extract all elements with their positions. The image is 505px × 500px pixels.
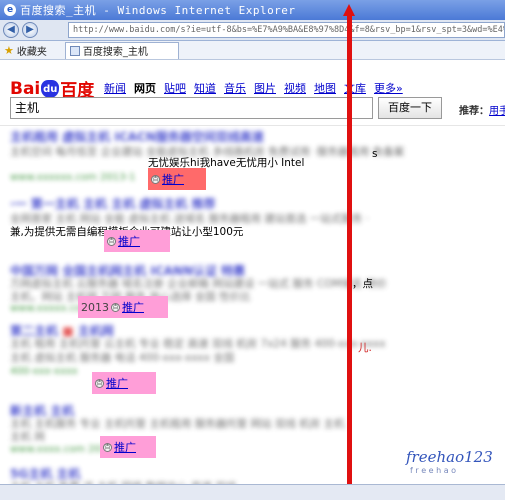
recommend-label: 推荐： [459,106,489,117]
promo-icon: 百 [107,236,116,246]
result-4-snippet2-blurred: 主机 虚拟主机 服务器 电话 400-xxx-xxxx 全国 [10,352,235,364]
paw-icon: du [41,79,60,98]
promo-tag-5[interactable]: 百推广 [100,436,156,458]
promo-tag-1[interactable]: 百推广 [148,168,206,190]
recommend-link[interactable]: 用手机 [489,106,505,117]
promo-tag-4[interactable]: 百推广 [92,372,156,394]
nav-web: 网页 [134,82,156,95]
result-3-date: 2013 [81,300,109,314]
promo-link[interactable]: 推广 [118,233,140,249]
nav-zhidao[interactable]: 知道 [194,80,216,96]
promo-link[interactable]: 推广 [162,171,184,187]
nav-tieba[interactable]: 贴吧 [164,80,186,96]
logo-bai: Bai [10,78,41,99]
recommend: 推荐：用手机 [459,102,505,117]
search-input[interactable]: 主机 [10,97,373,119]
promo-icon: 百 [111,302,120,312]
ie-window: e 百度搜索_主机 - Windows Internet Explorer ◀ … [0,0,505,500]
back-arrow-icon[interactable]: ◀ [3,22,19,38]
search-button[interactable]: 百度一下 [378,97,442,119]
browser-tab[interactable]: 百度搜索_主机 [64,41,179,59]
promo-link[interactable]: 推广 [122,299,144,315]
page-icon [69,45,80,56]
result-1-title-blurred[interactable]: 主机租用 虚拟主机 ICACN服务器空间双线高速 [10,128,264,145]
star-icon: ★ [4,43,14,57]
nav-images[interactable]: 图片 [254,80,276,96]
favorites-label: 收藏夹 [16,46,47,58]
watermark: freehao123 [406,448,493,466]
ie-logo-icon: e [4,4,16,16]
watermark-sub: f r e e h a o [410,466,457,475]
status-bar [0,484,505,500]
forward-arrow-icon[interactable]: ▶ [22,22,38,38]
nav-video[interactable]: 视频 [284,80,306,96]
tab-label: 百度搜索_主机 [82,47,148,58]
result-1-url-blurred: www.xxxxxx.com 2013-1 [10,172,136,183]
result-3-snippet2-blurred: 主机，网站 主机网 万网 服务 放心选择 全国 性价比 [10,291,251,303]
window-titlebar: e 百度搜索_主机 - Windows Internet Explorer [0,0,505,20]
result-3-snippet-clear: ，点 [352,278,373,290]
divider [0,125,505,126]
promo-tag-3[interactable]: 2013 百推广 [78,296,168,318]
annotation-arrow-line [347,14,352,486]
arrow-up-icon [343,4,355,16]
promo-link[interactable]: 推广 [114,439,136,455]
promo-icon: 百 [151,174,160,184]
result-2-title-blurred[interactable]: ·一 第一主机 主机 主机 虚拟主机 推荐 [10,195,215,212]
result-4-url-blurred: 400-xxx-xxxx [10,366,78,377]
promo-icon: 百 [103,442,112,452]
result-4-snippet-blurred: 主机 租用 主机托管 云主机 专业 稳定 高速 双线 机房 7x24 服务 40… [10,338,386,350]
address-bar: ◀ ▶ http://www.baidu.com/s?ie=utf-8&bs=%… [0,20,505,41]
favorites-bar: ★ 收藏夹 百度搜索_主机 [0,41,505,60]
nav-music[interactable]: 音乐 [224,80,246,96]
promo-icon: 百 [95,378,104,388]
url-field[interactable]: http://www.baidu.com/s?ie=utf-8&bs=%E7%A… [68,22,505,38]
nav-more[interactable]: 更多» [374,80,403,96]
favorites-button[interactable]: ★ 收藏夹 [0,43,51,58]
promo-tag-2[interactable]: 百推广 [104,230,170,252]
result-1-tail: s [372,148,378,160]
window-title: 百度搜索_主机 - Windows Internet Explorer [20,4,296,17]
nav-map[interactable]: 地图 [314,80,336,96]
nav-news[interactable]: 新闻 [104,80,126,96]
promo-link[interactable]: 推广 [106,375,128,391]
result-4-snippet-clear: 儿. [358,342,372,354]
top-nav: 新闻 网页 贴吧 知道 音乐 图片 视频 地图 文库 更多» [104,80,403,96]
